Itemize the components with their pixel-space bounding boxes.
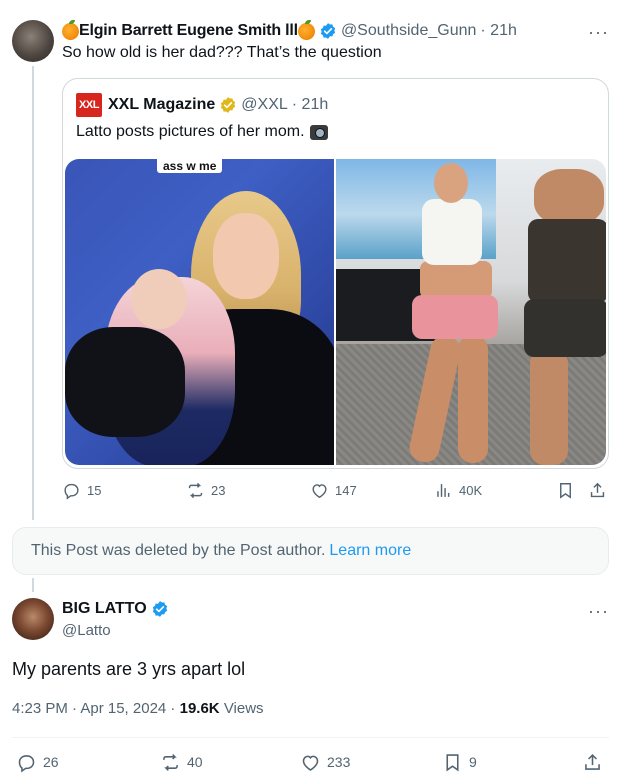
like-count: 233 <box>327 754 351 770</box>
quote-text: Latto posts pictures of her mom. <box>76 123 305 140</box>
thread-connector <box>32 66 34 520</box>
photo-leg <box>407 333 463 465</box>
bookmark-icon <box>446 753 459 771</box>
orange-emoji-icon <box>297 19 315 40</box>
quoted-post-card[interactable]: XXL XXL Magazine @XXL · 21h Latto posts … <box>62 78 609 469</box>
like-icon <box>302 755 319 771</box>
bookmark-icon <box>560 482 571 499</box>
main-post-timestamp[interactable]: 4:23 PM · Apr 15, 2024 · <box>12 700 175 717</box>
xxl-avatar[interactable]: XXL <box>76 93 102 117</box>
reply-timestamp[interactable]: · 21h <box>480 22 516 40</box>
photo-torso <box>420 261 492 299</box>
photo-dark-top <box>528 219 606 303</box>
photo-pink-shorts <box>412 295 498 339</box>
photo-figure-arm <box>65 327 185 437</box>
like-button[interactable]: 233 <box>300 752 350 772</box>
views-count: 40K <box>459 482 483 498</box>
reply-count: 15 <box>87 482 102 498</box>
verified-badge-icon <box>320 23 336 39</box>
main-author-avatar[interactable] <box>12 598 54 640</box>
reply-author-avatar[interactable] <box>12 20 54 62</box>
photo-woman-right <box>524 159 606 465</box>
deleted-notice-text: This Post was deleted by the Post author… <box>31 542 326 559</box>
reply-header: Elgin Barrett Eugene Smith lll @Southsid… <box>62 19 517 42</box>
photo-leg <box>458 335 488 463</box>
photo-baby-head <box>131 269 187 329</box>
main-more-icon[interactable]: ··· <box>588 601 609 622</box>
deleted-post-notice: This Post was deleted by the Post author… <box>12 527 609 575</box>
main-author-name-row: BIG LATTO <box>62 600 169 618</box>
photo-leg <box>530 349 568 465</box>
share-icon <box>585 753 600 770</box>
repost-count: 23 <box>211 482 226 498</box>
quote-author-name[interactable]: XXL Magazine <box>108 96 215 114</box>
repost-button[interactable]: 23 <box>186 480 225 500</box>
like-count: 147 <box>335 482 357 498</box>
reply-action-bar: 15 23 147 40K <box>62 480 609 502</box>
photo-mother-with-baby[interactable]: ass w me <box>65 159 334 465</box>
main-post-views-count: 19.6K <box>179 700 220 717</box>
main-post-views-label: Views <box>223 700 264 717</box>
gold-verified-icon <box>221 97 236 113</box>
camera-icon <box>309 124 328 140</box>
reply-count: 26 <box>43 754 59 770</box>
like-button[interactable]: 147 <box>310 480 357 500</box>
reply-text: So how old is her dad??? That’s the ques… <box>62 44 382 61</box>
views-icon <box>437 483 450 497</box>
quote-media-grid: ass w me <box>65 159 606 465</box>
share-button[interactable] <box>582 752 603 772</box>
photo-caption: ass w me <box>157 159 223 173</box>
quote-timestamp[interactable]: · 21h <box>292 96 328 114</box>
main-post-meta: 4:23 PM · Apr 15, 2024 · 19.6K Views <box>12 700 264 717</box>
main-author-name[interactable]: BIG LATTO <box>62 600 147 618</box>
reply-icon <box>18 754 35 773</box>
main-author-handle[interactable]: @Latto <box>62 622 111 639</box>
bookmark-count: 9 <box>469 754 477 770</box>
share-icon <box>590 482 605 497</box>
photo-head <box>434 163 468 203</box>
reply-author-name[interactable]: Elgin Barrett Eugene Smith lll <box>79 22 298 40</box>
reply-button[interactable]: 15 <box>62 480 101 500</box>
orange-emoji-icon <box>62 19 79 40</box>
share-button[interactable] <box>588 480 607 500</box>
reply-button[interactable]: 26 <box>16 752 59 773</box>
repost-icon <box>188 482 203 498</box>
verified-badge-icon <box>152 601 167 617</box>
views-button[interactable]: 40K <box>434 480 482 500</box>
photo-woman-left <box>406 163 506 465</box>
quote-header: XXL XXL Magazine @XXL · 21h <box>76 93 328 117</box>
repost-count: 40 <box>187 754 203 770</box>
divider <box>12 737 609 738</box>
learn-more-link[interactable]: Learn more <box>329 542 411 560</box>
repost-button[interactable]: 40 <box>160 752 203 772</box>
reply-author-handle[interactable]: @Southside_Gunn <box>341 22 476 40</box>
thread-connector <box>32 578 34 592</box>
photo-white-top <box>422 199 482 265</box>
quote-text-row: Latto posts pictures of her mom. <box>76 123 328 141</box>
bookmark-button[interactable] <box>556 480 575 500</box>
bookmark-button[interactable]: 9 <box>442 752 477 772</box>
main-action-bar: 26 40 233 9 <box>12 752 609 774</box>
main-post-text: My parents are 3 yrs apart lol <box>12 659 246 679</box>
photo-shoulders <box>534 169 604 225</box>
reply-icon <box>64 483 79 500</box>
photo-dancing-women[interactable] <box>336 159 606 465</box>
reply-more-icon[interactable]: ··· <box>588 22 609 43</box>
photo-dark-shorts <box>524 299 606 357</box>
quote-author-handle[interactable]: @XXL <box>241 96 287 114</box>
repost-icon <box>163 753 178 771</box>
like-icon <box>312 483 327 498</box>
photo-figure-face <box>213 213 279 299</box>
